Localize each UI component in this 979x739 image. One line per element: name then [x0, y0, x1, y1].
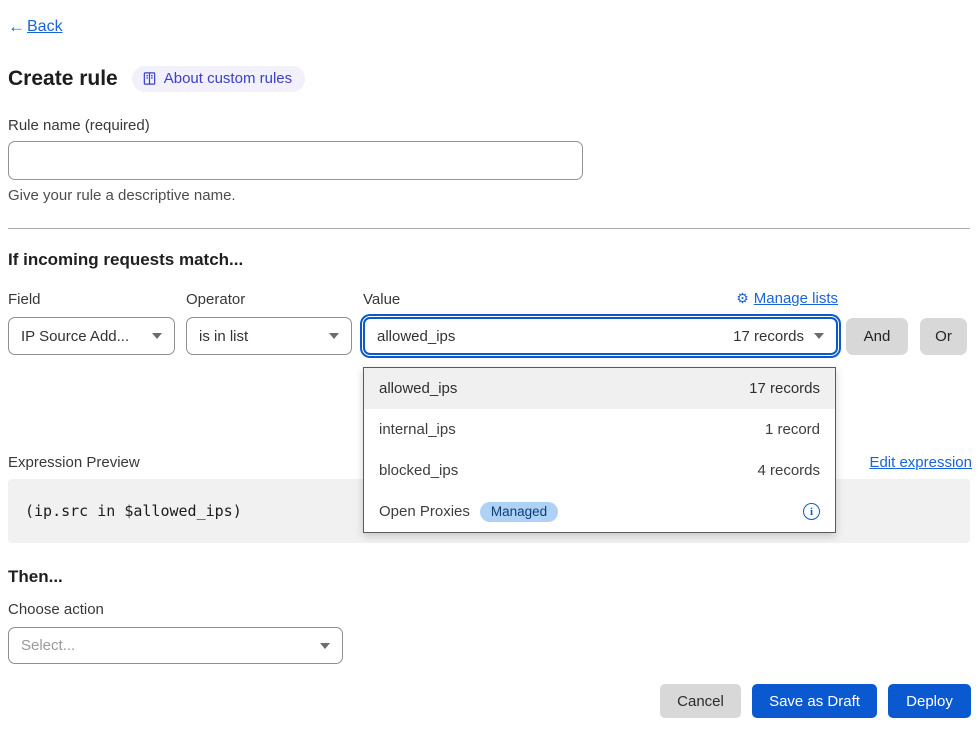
back-link[interactable]: ← Back [8, 17, 63, 37]
field-select-value: IP Source Add... [21, 328, 129, 345]
cancel-button[interactable]: Cancel [660, 684, 741, 718]
or-button[interactable]: Or [920, 318, 967, 355]
about-custom-rules-label: About custom rules [164, 70, 292, 87]
operator-select-value: is in list [199, 328, 248, 345]
choose-action-label: Choose action [8, 601, 104, 618]
operator-label: Operator [186, 291, 245, 308]
back-link-label[interactable]: Back [27, 18, 63, 36]
page-title: Create rule [8, 67, 118, 91]
value-dropdown-menu: allowed_ips 17 records internal_ips 1 re… [363, 367, 836, 533]
list-option-records: 17 records [749, 380, 820, 397]
rule-name-input[interactable] [8, 141, 583, 180]
value-select-records: 17 records [733, 328, 804, 345]
expression-preview-label: Expression Preview [8, 454, 140, 471]
expression-code-text: (ip.src in $allowed_ips) [25, 502, 242, 520]
field-label: Field [8, 291, 41, 308]
about-custom-rules-link[interactable]: About custom rules [132, 66, 305, 92]
chevron-down-icon [320, 643, 330, 649]
section-divider [8, 228, 970, 229]
list-option-name: internal_ips [379, 421, 456, 438]
operator-select[interactable]: is in list [186, 317, 352, 355]
chevron-down-icon [814, 333, 824, 339]
chevron-down-icon [152, 333, 162, 339]
list-option-open-proxies[interactable]: Open Proxies Managed i [364, 491, 835, 532]
list-option-name: Open Proxies [379, 503, 470, 520]
book-icon [142, 71, 157, 86]
list-option-internal-ips[interactable]: internal_ips 1 record [364, 409, 835, 450]
action-select-placeholder: Select... [21, 637, 75, 654]
manage-lists-link[interactable]: ⚙ Manage lists [736, 290, 838, 307]
value-select[interactable]: allowed_ips 17 records [363, 317, 838, 355]
list-option-records: 4 records [757, 462, 820, 479]
then-heading: Then... [8, 567, 63, 587]
value-select-value: allowed_ips [377, 328, 455, 345]
back-arrow-icon: ← [8, 17, 25, 37]
list-option-name: blocked_ips [379, 462, 458, 479]
list-option-records: 1 record [765, 421, 820, 438]
manage-lists-label[interactable]: Manage lists [754, 290, 838, 307]
action-select[interactable]: Select... [8, 627, 343, 664]
value-label: Value [363, 291, 400, 308]
and-button[interactable]: And [846, 318, 908, 355]
list-option-name: allowed_ips [379, 380, 457, 397]
list-option-blocked-ips[interactable]: blocked_ips 4 records [364, 450, 835, 491]
info-icon[interactable]: i [803, 503, 820, 520]
deploy-button[interactable]: Deploy [888, 684, 971, 718]
edit-expression-link[interactable]: Edit expression [869, 454, 972, 471]
field-select[interactable]: IP Source Add... [8, 317, 175, 355]
rule-name-label: Rule name (required) [8, 117, 150, 134]
rule-name-helper: Give your rule a descriptive name. [8, 187, 236, 204]
create-rule-page: ← Back Create rule About custom rules Ru… [0, 0, 979, 739]
save-as-draft-button[interactable]: Save as Draft [752, 684, 877, 718]
chevron-down-icon [329, 333, 339, 339]
gear-icon: ⚙ [736, 290, 749, 307]
match-heading: If incoming requests match... [8, 250, 243, 270]
title-row: Create rule About custom rules [8, 66, 305, 92]
managed-badge: Managed [480, 502, 558, 522]
list-option-allowed-ips[interactable]: allowed_ips 17 records [364, 368, 835, 409]
